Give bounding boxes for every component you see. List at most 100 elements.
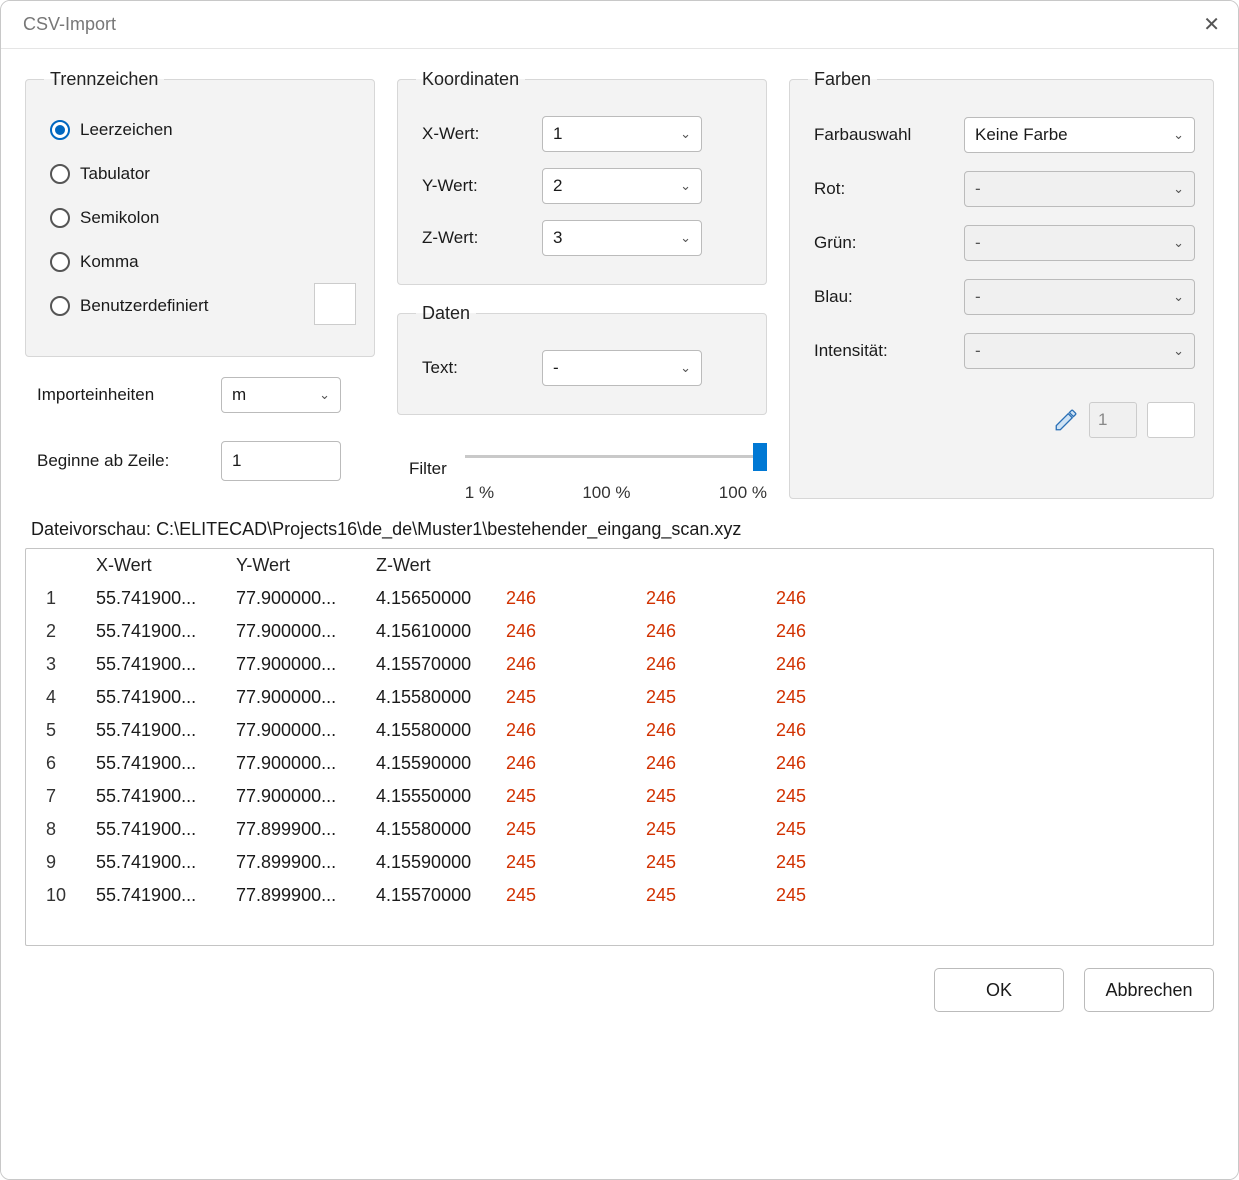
cancel-button[interactable]: Abbrechen	[1084, 968, 1214, 1012]
cell-x: 55.741900...	[86, 582, 226, 615]
filter-tick-low: 1 %	[465, 483, 494, 503]
col-r	[496, 549, 636, 582]
group-koordinaten: Koordinaten X-Wert: 1 ⌄ Y-Wert: 2 ⌄	[397, 69, 767, 285]
cell-index: 2	[26, 615, 86, 648]
importeinheiten-value: m	[232, 385, 246, 405]
table-row[interactable]: 1055.741900...77.899900...4.155700002452…	[26, 879, 1213, 912]
chevron-down-icon: ⌄	[680, 230, 691, 246]
cell-z: 4.15580000	[366, 714, 496, 747]
cell-x: 55.741900...	[86, 747, 226, 780]
cell-x: 55.741900...	[86, 615, 226, 648]
cell-index: 5	[26, 714, 86, 747]
cell-x: 55.741900...	[86, 813, 226, 846]
legend-daten: Daten	[416, 303, 476, 324]
cell-y: 77.900000...	[226, 582, 366, 615]
cell-g: 246	[636, 582, 766, 615]
blau-value: -	[975, 287, 981, 307]
cell-y: 77.900000...	[226, 681, 366, 714]
cell-index: 1	[26, 582, 86, 615]
xwert-select[interactable]: 1 ⌄	[542, 116, 702, 152]
pencil-value: 1	[1089, 402, 1137, 438]
intensitaet-select[interactable]: - ⌄	[964, 333, 1195, 369]
cell-index: 7	[26, 780, 86, 813]
cell-b: 245	[766, 780, 896, 813]
beginne-input[interactable]: 1	[221, 441, 341, 481]
filter-label: Filter	[409, 459, 447, 503]
color-swatch[interactable]	[1147, 402, 1195, 438]
table-row[interactable]: 655.741900...77.900000...4.1559000024624…	[26, 747, 1213, 780]
radio-semikolon[interactable]: Semikolon	[44, 196, 356, 240]
col-index	[26, 549, 86, 582]
cell-b: 246	[766, 648, 896, 681]
cell-z: 4.15590000	[366, 846, 496, 879]
chevron-down-icon: ⌄	[680, 360, 691, 376]
ok-button[interactable]: OK	[934, 968, 1064, 1012]
cell-x: 55.741900...	[86, 714, 226, 747]
farbauswahl-value: Keine Farbe	[975, 125, 1068, 145]
chevron-down-icon: ⌄	[319, 387, 330, 403]
farbauswahl-select[interactable]: Keine Farbe ⌄	[964, 117, 1195, 153]
filter-tick-high: 100 %	[719, 483, 767, 503]
text-select[interactable]: - ⌄	[542, 350, 702, 386]
group-trennzeichen: Trennzeichen Leerzeichen Tabulator Semik…	[25, 69, 375, 357]
cell-z: 4.15650000	[366, 582, 496, 615]
radio-leerzeichen[interactable]: Leerzeichen	[44, 108, 356, 152]
cell-index: 6	[26, 747, 86, 780]
slider-line	[465, 455, 767, 458]
cell-index: 4	[26, 681, 86, 714]
blau-select[interactable]: - ⌄	[964, 279, 1195, 315]
table-row[interactable]: 855.741900...77.899900...4.1558000024524…	[26, 813, 1213, 846]
rot-value: -	[975, 179, 981, 199]
cell-y: 77.899900...	[226, 846, 366, 879]
chevron-down-icon: ⌄	[680, 178, 691, 194]
gruen-select[interactable]: - ⌄	[964, 225, 1195, 261]
radio-benutzerdefiniert[interactable]: Benutzerdefiniert	[44, 284, 356, 328]
cell-g: 246	[636, 714, 766, 747]
table-row[interactable]: 755.741900...77.900000...4.1555000024524…	[26, 780, 1213, 813]
rot-select[interactable]: - ⌄	[964, 171, 1195, 207]
table-row[interactable]: 155.741900...77.900000...4.1565000024624…	[26, 582, 1213, 615]
radio-tabulator[interactable]: Tabulator	[44, 152, 356, 196]
cell-z: 4.15610000	[366, 615, 496, 648]
importeinheiten-select[interactable]: m ⌄	[221, 377, 341, 413]
cell-b: 246	[766, 747, 896, 780]
csv-import-dialog: CSV-Import ✕ Trennzeichen Leerzeichen Ta…	[0, 0, 1239, 1180]
cell-y: 77.900000...	[226, 714, 366, 747]
custom-separator-input[interactable]	[314, 283, 356, 325]
cell-x: 55.741900...	[86, 681, 226, 714]
filter-tick-mid: 100 %	[582, 483, 630, 503]
cell-g: 246	[636, 648, 766, 681]
gruen-label: Grün:	[808, 233, 948, 253]
table-row[interactable]: 255.741900...77.900000...4.1561000024624…	[26, 615, 1213, 648]
cell-y: 77.899900...	[226, 813, 366, 846]
cell-r: 245	[496, 846, 636, 879]
cell-z: 4.15580000	[366, 681, 496, 714]
cell-z: 4.15550000	[366, 780, 496, 813]
close-icon[interactable]: ✕	[1203, 12, 1220, 37]
slider-thumb[interactable]	[753, 443, 767, 471]
cell-r: 246	[496, 714, 636, 747]
cell-spacer	[896, 615, 1213, 648]
table-row[interactable]: 355.741900...77.900000...4.1557000024624…	[26, 648, 1213, 681]
pencil-icon[interactable]	[1053, 407, 1079, 433]
cell-spacer	[896, 813, 1213, 846]
rot-label: Rot:	[808, 179, 948, 199]
cell-spacer	[896, 747, 1213, 780]
cell-b: 245	[766, 681, 896, 714]
cell-r: 246	[496, 747, 636, 780]
filter-slider[interactable]	[465, 443, 767, 477]
cell-index: 10	[26, 879, 86, 912]
col-z: Z-Wert	[366, 549, 496, 582]
col-y: Y-Wert	[226, 549, 366, 582]
radio-komma[interactable]: Komma	[44, 240, 356, 284]
cell-z: 4.15570000	[366, 879, 496, 912]
zwert-select[interactable]: 3 ⌄	[542, 220, 702, 256]
table-row[interactable]: 555.741900...77.900000...4.1558000024624…	[26, 714, 1213, 747]
table-row[interactable]: 955.741900...77.899900...4.1559000024524…	[26, 846, 1213, 879]
table-row[interactable]: 455.741900...77.900000...4.1558000024524…	[26, 681, 1213, 714]
cell-r: 246	[496, 648, 636, 681]
preview-table-container: X-Wert Y-Wert Z-Wert 155.741900...77.900…	[25, 548, 1214, 946]
cell-y: 77.900000...	[226, 747, 366, 780]
ywert-select[interactable]: 2 ⌄	[542, 168, 702, 204]
cell-z: 4.15570000	[366, 648, 496, 681]
